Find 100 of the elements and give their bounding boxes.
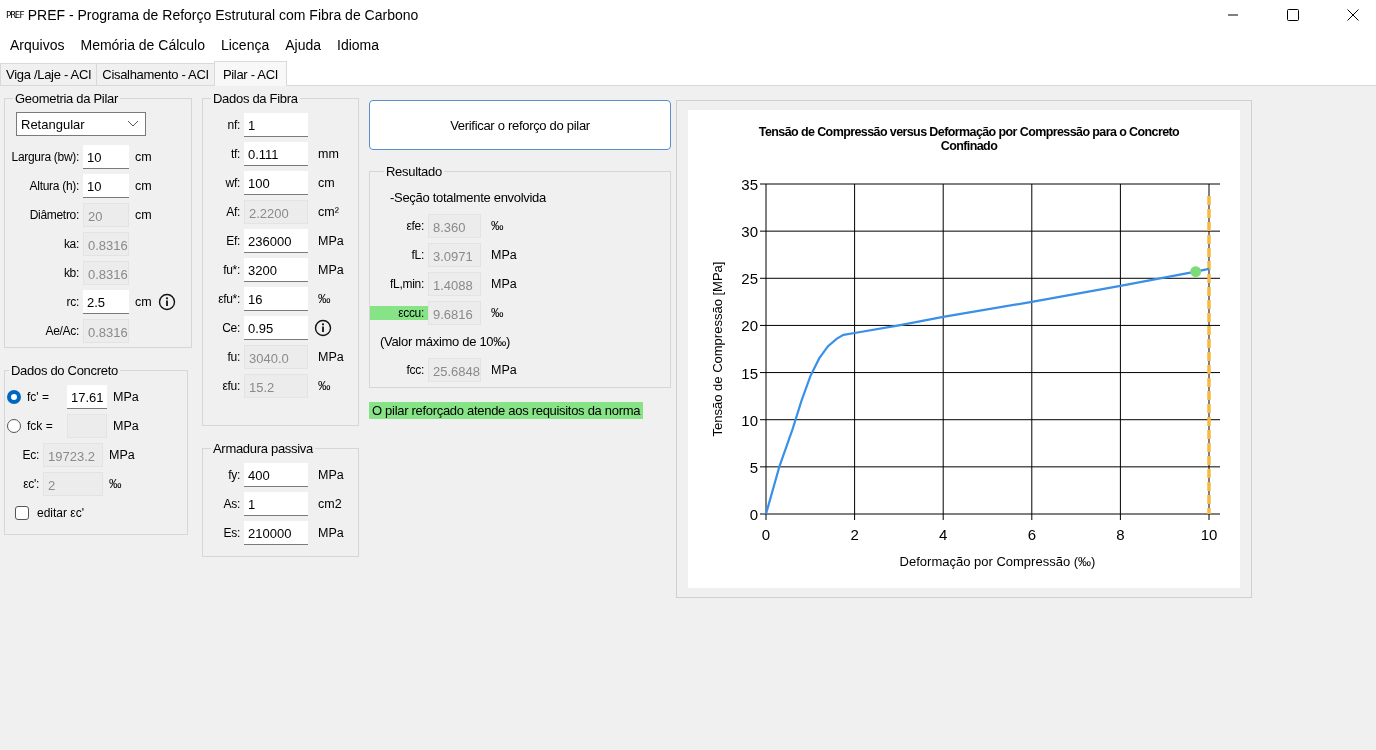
field-label: Es: <box>222 525 241 540</box>
tab[interactable]: Pilar - ACI <box>213 61 288 86</box>
unit-label: MPa <box>318 467 344 482</box>
unit-label: ‰ <box>318 378 331 393</box>
input-field[interactable]: 2.5 <box>83 289 129 314</box>
input-field[interactable]: 17.61 <box>67 384 107 409</box>
unit-label: MPa <box>109 447 135 462</box>
app-icon: PREF <box>6 10 24 20</box>
unit-label: cm2 <box>318 496 342 511</box>
menu-item[interactable]: Memória de Cálculo <box>72 37 213 53</box>
field-label: tf: <box>229 146 241 161</box>
input-field[interactable]: 3200 <box>244 257 308 282</box>
field-label: ka: <box>62 236 80 251</box>
group-title: Armadura passiva <box>212 441 314 456</box>
y-tick-label: 25 <box>741 270 758 288</box>
input-field[interactable]: 16 <box>244 286 308 311</box>
field-label: As: <box>222 496 241 511</box>
tab[interactable]: Cisalhamento - ACI <box>96 63 215 85</box>
field-label: εfu: <box>221 378 241 393</box>
input-field[interactable]: 400 <box>244 462 308 487</box>
unit-label: MPa <box>113 389 139 404</box>
shape-dropdown[interactable]: Retangular <box>16 112 146 136</box>
unit-label: MPa <box>491 276 517 291</box>
field-label: Ae/Ac: <box>44 323 80 338</box>
x-tick-label: 2 <box>850 526 859 543</box>
y-tick-label: 15 <box>741 364 758 382</box>
field-label: fL: <box>410 247 425 262</box>
group-title: Geometria da Pilar <box>14 91 119 106</box>
input-field[interactable]: 100 <box>244 170 308 195</box>
input-field[interactable]: 210000 <box>244 520 308 545</box>
field-label: εccu: <box>370 305 428 320</box>
unit-label: MPa <box>113 418 139 433</box>
field-label: nf: <box>226 117 241 132</box>
menu-item[interactable]: Licença <box>212 37 278 53</box>
group-title: Resultado <box>385 164 443 179</box>
unit-label: cm² <box>318 204 339 219</box>
menu-item[interactable]: Ajuda <box>277 37 330 53</box>
input-field[interactable]: 1 <box>244 112 308 137</box>
data-point <box>1190 266 1202 278</box>
input-field[interactable]: 1 <box>244 491 308 516</box>
x-tick-label: 6 <box>1027 526 1036 543</box>
input-field[interactable]: 0.95 <box>244 315 308 340</box>
field-label: Ec: <box>21 447 40 462</box>
unit-label: mm <box>318 146 339 161</box>
field-label: fy: <box>227 467 241 482</box>
tab[interactable]: Viga /Laje - ACI <box>0 63 98 85</box>
y-tick-label: 30 <box>741 223 758 241</box>
close-icon <box>1347 9 1359 21</box>
y-tick-label: 5 <box>749 458 758 476</box>
input-field[interactable]: 236000 <box>244 228 308 253</box>
info-icon[interactable] <box>157 292 176 311</box>
unit-label: MPa <box>318 525 344 540</box>
unit-label: cm <box>135 149 152 164</box>
y-tick-label: 35 <box>741 176 758 193</box>
x-tick-label: 0 <box>761 526 771 543</box>
y-axis-title: Tensão de Compressão [MPa] <box>710 261 725 437</box>
maximize-icon <box>1287 9 1299 21</box>
field-label: kb: <box>62 265 80 280</box>
x-tick-label: 4 <box>939 526 948 543</box>
unit-label: ‰ <box>318 291 331 306</box>
field-label: Ce: <box>221 320 241 335</box>
unit-label: ‰ <box>109 476 122 491</box>
x-tick-label: 10 <box>1200 526 1218 543</box>
field-label: Diâmetro: <box>28 207 80 222</box>
group-title: Dados do Concreto <box>10 363 119 378</box>
x-tick-label: 8 <box>1116 526 1125 543</box>
radio-label: fc' = <box>27 389 50 404</box>
checkbox[interactable] <box>15 505 29 520</box>
chart-title: Tensão de Compressão versus Deformação por Compressão para o Concreto Confinado <box>758 125 1180 153</box>
unit-label: cm <box>135 207 152 222</box>
unit-label: MPa <box>318 233 344 248</box>
field-label: Largura (bw): <box>10 149 80 164</box>
input-field[interactable]: 10 <box>83 144 129 169</box>
checkbox-label: editar εc' <box>37 505 84 520</box>
radio-button[interactable] <box>7 389 21 404</box>
field-label: fu*: <box>222 262 241 277</box>
unit-label: MPa <box>318 349 344 364</box>
y-tick-label: 20 <box>741 317 758 335</box>
result-note: -Seção totalmente envolvida <box>390 189 546 205</box>
field-label: εfe: <box>405 218 425 233</box>
y-tick-label: 0 <box>749 506 758 523</box>
result-note: (Valor máximo de 10‰) <box>380 333 510 349</box>
y-tick-label: 10 <box>741 411 758 429</box>
unit-label: MPa <box>491 247 517 262</box>
field-label: Altura (h): <box>28 178 80 193</box>
unit-label: cm <box>135 294 152 309</box>
input-field[interactable]: 10 <box>83 173 129 198</box>
field-label: fL,min: <box>389 276 425 291</box>
group-title: Dados da Fibra <box>212 91 299 106</box>
field-label: Ef: <box>225 233 241 248</box>
field-label: fu: <box>226 349 241 364</box>
menu-item[interactable]: Arquivos <box>2 37 73 53</box>
verify-button[interactable]: Verificar o reforço do pilar <box>369 100 671 150</box>
info-icon[interactable] <box>314 318 332 337</box>
unit-label: ‰ <box>491 305 504 320</box>
menu-item[interactable]: Idioma <box>329 37 388 53</box>
unit-label: cm <box>135 178 152 193</box>
unit-label: MPa <box>318 262 344 277</box>
input-field[interactable]: 0.111 <box>244 141 308 166</box>
unit-label: cm <box>318 175 335 190</box>
